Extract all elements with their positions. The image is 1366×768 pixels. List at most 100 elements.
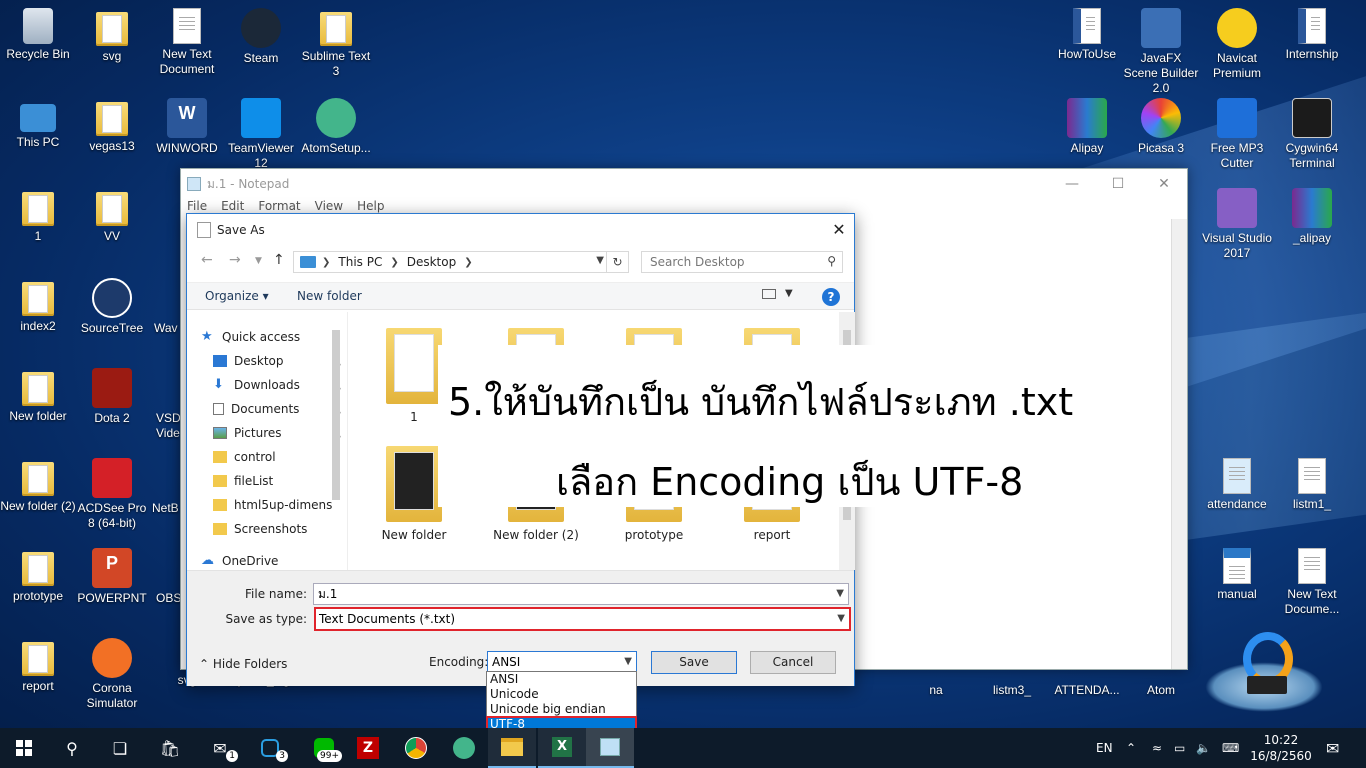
desktop-icon-cygwin[interactable]: Cygwin64 Terminal (1274, 98, 1350, 171)
notepad-scrollbar[interactable] (1171, 219, 1187, 669)
mail-icon[interactable]: ✉ 1 (196, 728, 244, 768)
volume-icon[interactable]: 🔈 (1196, 728, 1211, 768)
address-bar[interactable]: ❯ This PC ❯ Desktop ❯ ▼ ↻ (293, 251, 629, 273)
up-icon[interactable]: ↑ (273, 252, 285, 268)
nav-quick-access[interactable]: ★ Quick access (201, 326, 329, 348)
desktop-icon-prototype[interactable]: prototype (0, 548, 76, 604)
desktop-icon-vv[interactable]: VV (74, 188, 150, 244)
desktop-icon-sourcetree[interactable]: SourceTree (74, 278, 150, 336)
desktop-icon-atom[interactable]: Atom (1123, 680, 1199, 698)
sync-icon[interactable] (1205, 632, 1323, 716)
atom-icon[interactable] (440, 728, 488, 768)
desktop-icon-atomsetup[interactable]: AtomSetup... (298, 98, 374, 156)
desktop-icon-new-folder[interactable]: New folder (0, 368, 76, 424)
nav-desktop[interactable]: Desktop▲ (213, 350, 341, 372)
file-explorer-icon[interactable] (488, 728, 536, 768)
desktop-icon-alipay-2[interactable]: _alipay (1274, 188, 1350, 246)
desktop-icon-new-folder-2[interactable]: New folder (2) (0, 458, 76, 514)
hide-folders-button[interactable]: ⌃ Hide Folders (199, 657, 287, 671)
desktop-icon-steam[interactable]: Steam (223, 8, 299, 66)
search-input[interactable]: Search Desktop ⚲ (641, 251, 843, 273)
desktop-icon-vsd[interactable]: VSD Vide (142, 368, 182, 441)
refresh-icon[interactable]: ↻ (606, 252, 628, 272)
nav-onedrive[interactable]: ☁ OneDrive (201, 550, 329, 570)
filezilla-icon[interactable]: Z (344, 728, 392, 768)
desktop-icon-sublime-text[interactable]: Sublime Text 3 (298, 8, 374, 79)
chevron-down-icon[interactable]: ▼ (837, 609, 845, 629)
search-icon[interactable]: ⚲ (48, 728, 96, 768)
maximize-icon[interactable]: ☐ (1095, 169, 1141, 199)
close-icon[interactable]: ✕ (824, 214, 854, 244)
encoding-option-unicode-big-endian[interactable]: Unicode big endian (487, 702, 636, 717)
nav-screenshots[interactable]: Screenshots (213, 518, 341, 540)
desktop-icon-manual[interactable]: manual (1199, 548, 1275, 602)
nav-filelist[interactable]: fileList (213, 470, 341, 492)
windows-start-icon[interactable] (0, 728, 48, 768)
desktop-icon-corona[interactable]: Corona Simulator (74, 638, 150, 711)
desktop-icon-this-pc[interactable]: This PC (0, 98, 76, 150)
desktop-icon-winword[interactable]: W WINWORD (149, 98, 225, 156)
chevron-down-icon[interactable]: ▼ (596, 255, 604, 266)
scrollbar-thumb[interactable] (332, 330, 340, 500)
save-type-select[interactable]: Text Documents (*.txt) ▼ (314, 607, 851, 631)
desktop-icon-index2[interactable]: index2 (0, 278, 76, 334)
encoding-select[interactable]: ANSI ▼ (487, 651, 637, 673)
desktop-icon-dota2[interactable]: Dota 2 (74, 368, 150, 426)
recent-locations-icon[interactable]: ▼ (255, 256, 262, 266)
desktop-icon-free-mp3-cutter[interactable]: Free MP3 Cutter (1199, 98, 1275, 171)
desktop-icon-powerpnt[interactable]: P POWERPNT (74, 548, 150, 606)
cancel-button[interactable]: Cancel (750, 651, 836, 674)
task-view-icon[interactable]: ❏ (96, 728, 144, 768)
desktop-icon-vegas13[interactable]: vegas13 (74, 98, 150, 154)
desktop-icon-svg[interactable]: svg (74, 8, 150, 64)
desktop-icon-netb[interactable]: NetB (142, 458, 182, 516)
line-icon[interactable]: 99+ (300, 728, 348, 768)
notification-icon[interactable]: ✉ (1326, 728, 1339, 768)
close-icon[interactable]: ✕ (1141, 169, 1187, 199)
desktop-icon-alipay[interactable]: Alipay (1049, 98, 1125, 156)
desktop-icon-new-text-document[interactable]: New Text Document (149, 8, 225, 77)
notepad-taskbar-icon[interactable] (586, 728, 634, 768)
excel-icon[interactable]: X (538, 728, 586, 768)
nav-control[interactable]: control (213, 446, 341, 468)
view-options-icon[interactable] (762, 289, 776, 299)
nav-scrollbar[interactable] (329, 312, 343, 570)
help-icon[interactable]: ? (822, 288, 840, 306)
forward-icon[interactable]: → (229, 252, 241, 268)
file-name-input[interactable]: ม.1 ▼ (313, 583, 849, 605)
desktop-icon-attendance[interactable]: attendance (1199, 458, 1275, 512)
nav-pictures[interactable]: Pictures▲ (213, 422, 341, 444)
desktop-icon-recycle-bin[interactable]: Recycle Bin (0, 8, 76, 62)
breadcrumb-desktop[interactable]: Desktop (407, 255, 457, 269)
new-folder-button[interactable]: New folder (297, 289, 362, 303)
desktop-icon-internship[interactable]: Internship (1274, 8, 1350, 62)
desktop-icon-howtouse[interactable]: HowToUse (1049, 8, 1125, 62)
desktop-icon-listm3[interactable]: listm3_ (974, 680, 1050, 698)
clock[interactable]: 10:22 16/8/2560 (1248, 732, 1314, 764)
battery-icon[interactable]: ▭ (1174, 728, 1185, 768)
organize-button[interactable]: Organize ▾ (205, 289, 269, 303)
nav-documents[interactable]: Documents▲ (213, 398, 341, 420)
store-icon[interactable]: 🛍 (146, 728, 194, 768)
desktop-icon-javafx[interactable]: JavaFX Scene Builder 2.0 (1123, 8, 1199, 96)
desktop-icon-attenda[interactable]: ATTENDA... (1049, 680, 1125, 698)
minimize-icon[interactable]: — (1049, 169, 1095, 199)
save-button[interactable]: Save (651, 651, 737, 674)
language-indicator[interactable]: EN (1096, 728, 1113, 768)
chevron-down-icon[interactable]: ▼ (836, 584, 844, 604)
keyboard-icon[interactable]: ⌨ (1222, 728, 1239, 768)
instagram-icon[interactable]: 3 (246, 728, 294, 768)
desktop-icon-new-text-document-2[interactable]: New Text Docume... (1274, 548, 1350, 617)
breadcrumb-this-pc[interactable]: This PC (338, 255, 382, 269)
desktop-icon-report[interactable]: report (0, 638, 76, 694)
chevron-down-icon[interactable]: ▼ (785, 288, 793, 299)
nav-downloads[interactable]: ⬇Downloads▲ (213, 374, 341, 396)
back-icon[interactable]: ← (201, 252, 213, 268)
desktop-icon-wav[interactable]: Wav (142, 278, 182, 336)
chrome-icon[interactable] (392, 728, 440, 768)
desktop-icon-1[interactable]: 1 (0, 188, 76, 244)
chevron-up-icon[interactable]: ⌃ (1126, 728, 1136, 768)
desktop-icon-navicat[interactable]: Navicat Premium (1199, 8, 1275, 81)
desktop-icon-na[interactable]: na (898, 680, 974, 698)
desktop-icon-picasa[interactable]: Picasa 3 (1123, 98, 1199, 156)
